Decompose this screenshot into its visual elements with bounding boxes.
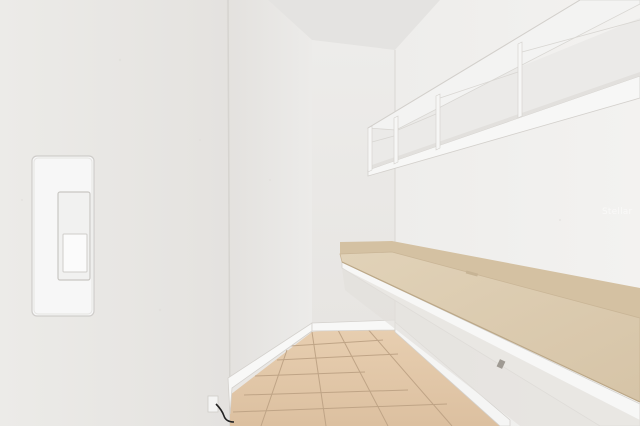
watermark: Stellar bbox=[602, 207, 633, 217]
light-switch bbox=[31, 155, 95, 317]
photo-scene: Stellar bbox=[0, 0, 640, 426]
photo-illustration bbox=[0, 0, 640, 426]
